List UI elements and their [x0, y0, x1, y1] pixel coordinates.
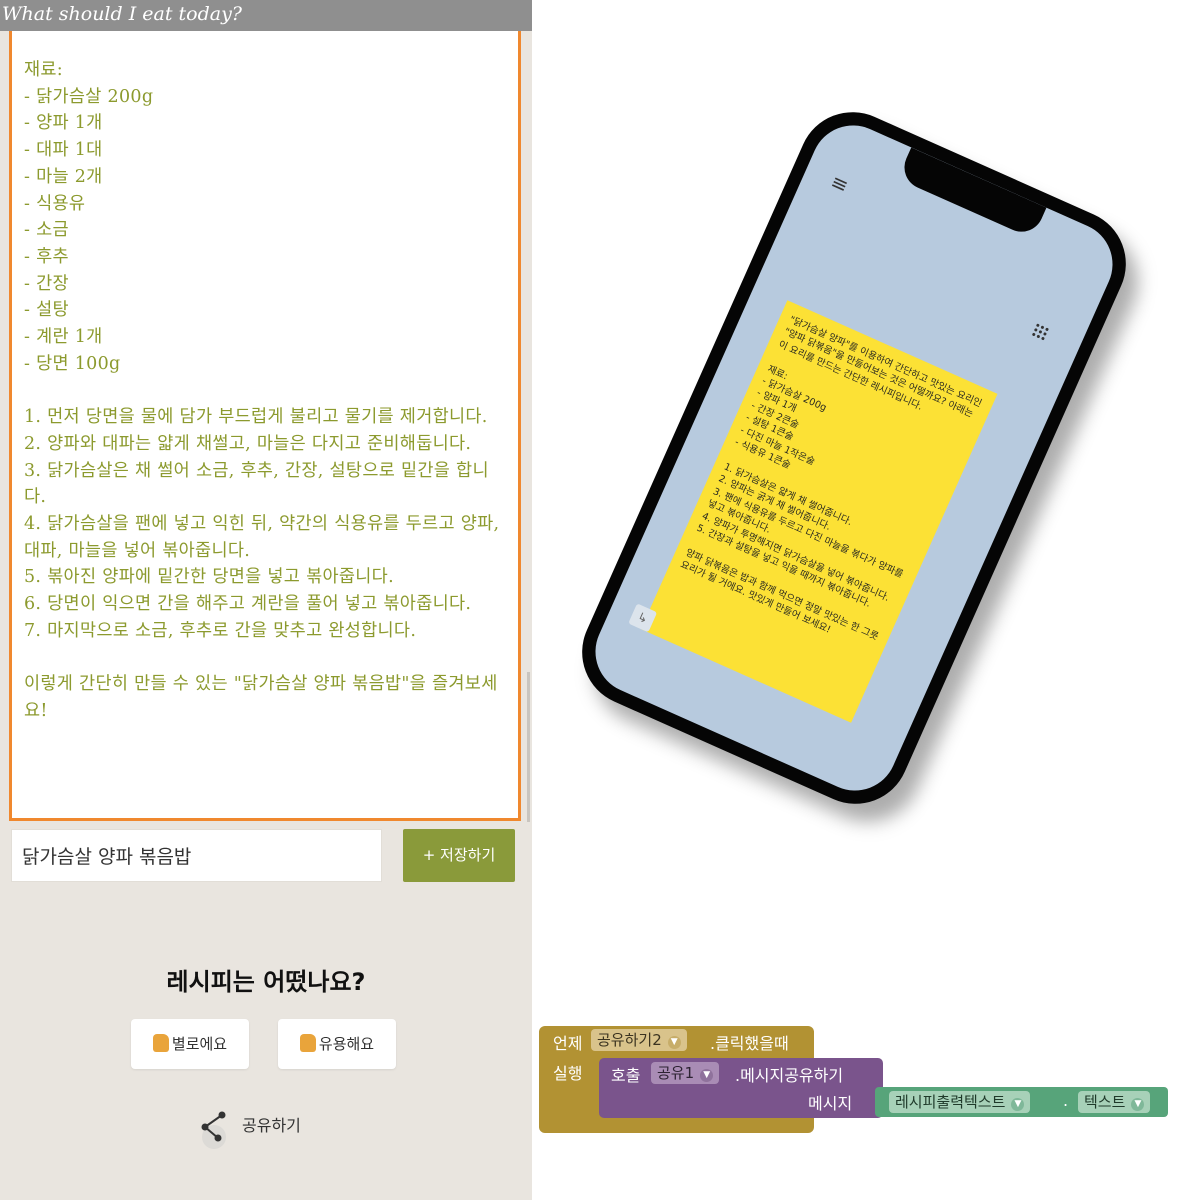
thumbs-down-icon: [152, 1034, 169, 1052]
rate-bad-label: 별로에요: [171, 1035, 228, 1053]
scrollbar[interactable]: [527, 672, 530, 822]
recipe-app: What should I eat today? 재료: - 닭가슴살 200g…: [0, 0, 532, 1200]
recipe-output-area[interactable]: 재료: - 닭가슴살 200g - 양파 1개 - 대파 1대 - 마늘 2개 …: [9, 31, 521, 821]
recipe-output-text: 재료: - 닭가슴살 200g - 양파 1개 - 대파 1대 - 마늘 2개 …: [24, 60, 500, 721]
phone-screen: ≡ "닭가슴살 양파"를 이용하여 간단하고 맛있는 요리인 "양파 닭볶음"을…: [582, 112, 1126, 804]
recipe-title-input[interactable]: 닭가슴살 양파 볶음밥: [11, 829, 382, 882]
shared-message-text: "닭가슴살 양파"를 이용하여 간단하고 맛있는 요리인 "양파 닭볶음"을 만…: [678, 314, 987, 644]
save-button[interactable]: + 저장하기: [403, 829, 515, 882]
screenshot-stage: What should I eat today? 재료: - 닭가슴살 200g…: [0, 0, 1200, 1200]
dots-grid-icon[interactable]: [1030, 321, 1051, 342]
call-block[interactable]: [599, 1058, 883, 1118]
share-button[interactable]: 공유하기: [196, 1105, 336, 1149]
share-label: 공유하기: [242, 1116, 301, 1135]
phone-frame: ≡ "닭가슴살 양파"를 이용하여 간단하고 맛있는 요리인 "양파 닭볶음"을…: [564, 94, 1144, 822]
rate-good-label: 유용해요: [318, 1035, 375, 1053]
app-title-bar: What should I eat today?: [0, 0, 532, 31]
text-getter-block[interactable]: [875, 1087, 1168, 1117]
shared-message-bubble: "닭가슴살 양파"를 이용하여 간단하고 맛있는 요리인 "양파 닭볶음"을 만…: [640, 300, 998, 723]
share-icon: [201, 1111, 226, 1149]
rate-good-button[interactable]: 유용해요: [278, 1019, 396, 1069]
phone: ≡ "닭가슴살 양파"를 이용하여 간단하고 맛있는 요리인 "양파 닭볶음"을…: [564, 94, 1144, 822]
hamburger-menu-icon[interactable]: ≡: [827, 169, 852, 198]
rating-question: 레시피는 어떴나요?: [166, 968, 366, 996]
thumbs-up-icon: [299, 1034, 316, 1052]
phone-notch: [897, 147, 1047, 239]
app-title: What should I eat today?: [2, 3, 242, 25]
rate-bad-button[interactable]: 별로에요: [131, 1019, 249, 1069]
